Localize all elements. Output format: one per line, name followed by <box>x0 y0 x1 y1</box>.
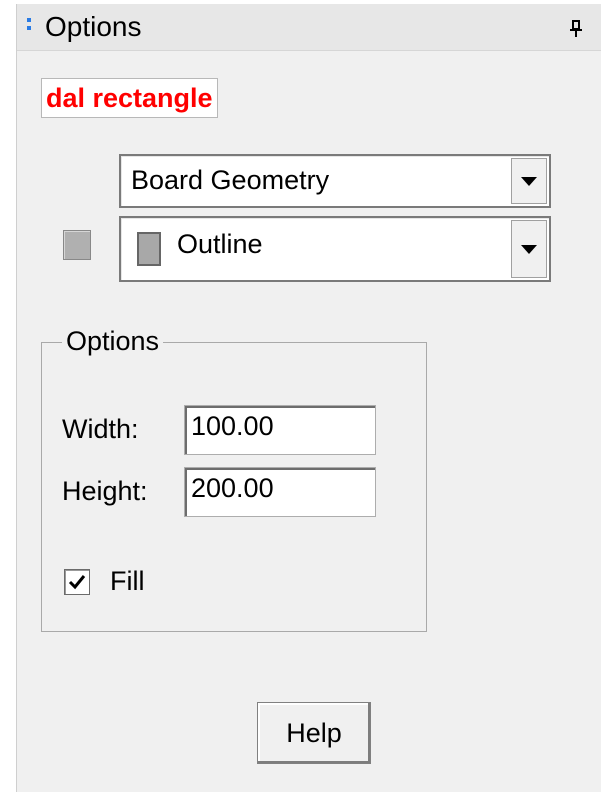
options-groupbox: Options Width: 100.00 Height: 200.00 Fil… <box>41 325 427 632</box>
color-swatch-button[interactable] <box>63 230 91 260</box>
panel-title: Options <box>45 11 142 42</box>
fill-checkbox[interactable] <box>64 569 90 595</box>
width-input[interactable]: 100.00 <box>184 405 376 455</box>
subclass-select-dropdown-button[interactable] <box>511 220 547 278</box>
command-label: dal rectangle <box>41 78 218 118</box>
options-panel: Options dal rectangle Board Geometry Out… <box>16 4 601 792</box>
height-input[interactable]: 200.00 <box>184 467 376 517</box>
subclass-select[interactable]: Outline <box>119 216 551 282</box>
class-select[interactable]: Board Geometry <box>119 154 551 208</box>
class-select-dropdown-button[interactable] <box>511 158 547 204</box>
help-button[interactable]: Help <box>257 702 371 764</box>
groupbox-title: Options <box>62 325 164 357</box>
chevron-down-icon <box>521 245 537 254</box>
height-label: Height: <box>62 476 148 506</box>
subclass-select-value: Outline <box>177 229 263 259</box>
fill-label[interactable]: Fill <box>110 563 145 599</box>
chevron-down-icon <box>521 177 537 186</box>
panel-titlebar[interactable]: Options <box>17 4 601 51</box>
color-swatch-icon <box>137 232 161 266</box>
grip-icon[interactable] <box>27 18 31 36</box>
width-label: Width: <box>62 414 139 444</box>
checkmark-icon <box>68 575 86 590</box>
class-select-value: Board Geometry <box>131 165 330 195</box>
pin-icon[interactable] <box>569 20 583 38</box>
